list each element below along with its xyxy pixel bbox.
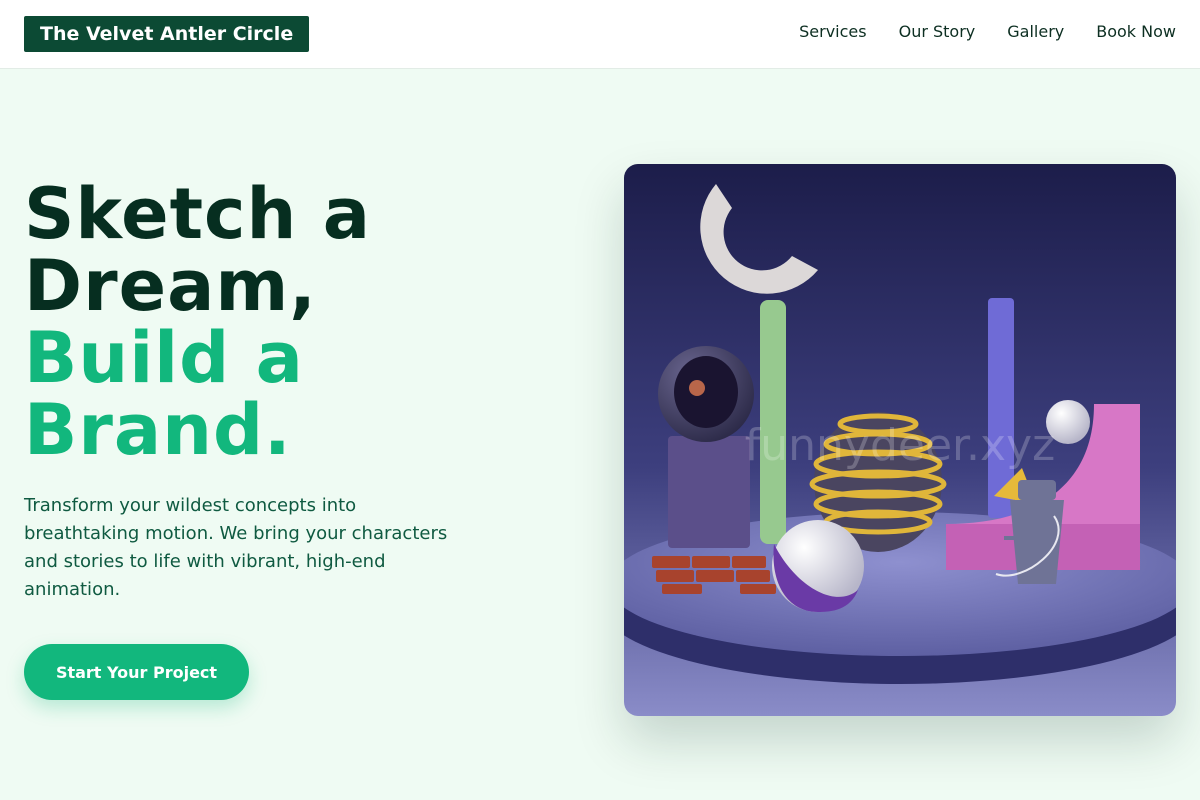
3d-scene-illustration: funnydeer.xyz (624, 164, 1176, 716)
hero-headline: Sketch a Dream, Build a Brand. (24, 178, 584, 466)
image-watermark: funnydeer.xyz (745, 420, 1055, 471)
brand-logo[interactable]: The Velvet Antler Circle (24, 16, 310, 52)
start-project-button[interactable]: Start Your Project (24, 644, 249, 700)
nav-link-services[interactable]: Services (799, 20, 866, 44)
headline-line-2: Dream, (24, 245, 317, 327)
headline-line-4: Brand. (24, 389, 292, 471)
nav-link-gallery[interactable]: Gallery (1007, 20, 1064, 44)
headline-line-3: Build a (24, 317, 304, 399)
nav-link-our-story[interactable]: Our Story (899, 20, 976, 44)
hero-description: Transform your wildest concepts into bre… (24, 495, 448, 600)
main-nav: Services Our Story Gallery Book Now (799, 20, 1176, 44)
hero-image: funnydeer.xyz (624, 164, 1176, 716)
nav-link-book-now[interactable]: Book Now (1096, 20, 1176, 44)
headline-line-1: Sketch a (24, 173, 371, 255)
site-header: The Velvet Antler Circle Services Our St… (0, 0, 1200, 69)
